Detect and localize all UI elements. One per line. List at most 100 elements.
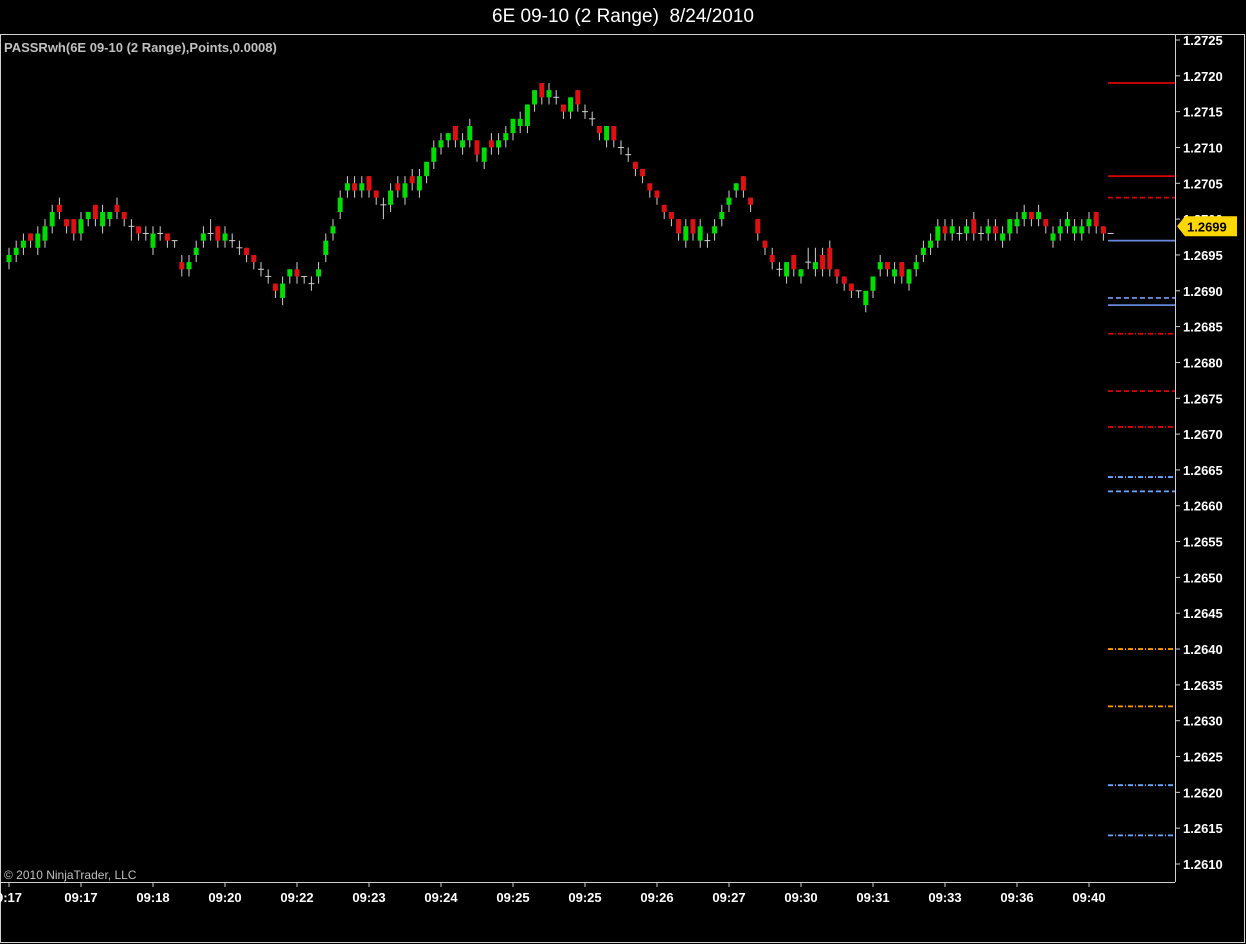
candle-body xyxy=(474,140,480,155)
candle xyxy=(171,240,178,248)
candle-body xyxy=(683,226,689,241)
candle-body xyxy=(330,226,336,234)
candle xyxy=(985,219,991,241)
candle-body xyxy=(510,118,516,134)
candle-body xyxy=(820,254,826,270)
chart-frame xyxy=(0,34,1245,943)
candle-body xyxy=(762,240,768,248)
candle xyxy=(971,211,977,241)
candle xyxy=(100,204,106,234)
candle xyxy=(1093,211,1099,234)
candle xyxy=(193,240,199,263)
candle xyxy=(236,240,243,255)
candle-body xyxy=(431,147,437,162)
candle-body xyxy=(193,247,199,255)
candle xyxy=(142,226,149,241)
candle xyxy=(712,219,718,241)
candle xyxy=(337,190,343,220)
candle-body xyxy=(244,247,250,255)
candle-body xyxy=(1036,211,1042,220)
candle-body xyxy=(611,125,617,141)
candle-body xyxy=(409,176,415,184)
candle xyxy=(265,269,272,284)
y-tick-label: 1.2675 xyxy=(1183,391,1223,406)
candle-body xyxy=(848,283,854,291)
candle xyxy=(431,140,437,169)
candle xyxy=(575,90,581,112)
candle xyxy=(1079,219,1085,241)
candle-body xyxy=(1093,211,1099,227)
candle xyxy=(524,104,530,134)
candle xyxy=(784,262,790,284)
x-axis[interactable]: 9:17 09:17 09:18 09:20 09:22 09:23 09:24 09:25 0… xyxy=(0,882,1106,905)
candle-body xyxy=(913,262,919,270)
x-tick-label: 09:24 xyxy=(424,890,458,905)
candle xyxy=(964,219,970,241)
candle xyxy=(762,240,768,255)
y-tick-label: 1.2615 xyxy=(1183,821,1223,836)
candle-body xyxy=(827,247,833,270)
candle xyxy=(553,90,560,105)
candle xyxy=(467,118,473,148)
candle xyxy=(841,276,847,291)
x-tick-label: 09:31 xyxy=(856,890,889,905)
candle xyxy=(28,233,34,248)
candle xyxy=(740,176,746,198)
candle-body xyxy=(1000,233,1006,241)
candle xyxy=(949,219,955,241)
candle-body xyxy=(870,276,876,291)
candle-body xyxy=(992,226,998,234)
candle xyxy=(395,176,401,198)
candle xyxy=(1028,211,1034,227)
y-tick-label: 1.2685 xyxy=(1183,320,1223,335)
candle xyxy=(942,219,948,241)
candle-body xyxy=(942,226,948,234)
candle xyxy=(380,197,387,220)
candle xyxy=(510,118,516,141)
price-chart[interactable]: 1.2610 1.2615 1.2620 1.2625 1.2630 1.2635 1.26… xyxy=(0,0,1246,944)
x-tick-label: 09:25 xyxy=(568,890,601,905)
candle-body xyxy=(985,226,991,234)
candle xyxy=(877,254,883,277)
candle xyxy=(683,219,689,248)
candle xyxy=(272,283,278,298)
y-tick-label: 1.2680 xyxy=(1183,355,1223,370)
candle xyxy=(539,82,545,105)
candle-body xyxy=(20,240,26,248)
y-axis[interactable]: 1.2610 1.2615 1.2620 1.2625 1.2630 1.2635 1.26… xyxy=(1175,33,1223,872)
candle-body xyxy=(416,176,422,191)
candle xyxy=(64,219,70,234)
candle-body xyxy=(1021,211,1027,220)
candle-body xyxy=(661,204,667,212)
candle-body xyxy=(200,233,206,241)
candle xyxy=(1007,219,1013,241)
candle-body xyxy=(323,240,329,255)
candle xyxy=(1057,219,1063,241)
candle-body xyxy=(1007,219,1013,234)
candle xyxy=(128,219,135,241)
candle-body xyxy=(460,140,466,148)
y-tick-label: 1.2670 xyxy=(1183,427,1223,442)
candle xyxy=(49,204,55,234)
candle xyxy=(834,269,840,284)
candle-body xyxy=(899,262,905,277)
x-tick-label: 09:22 xyxy=(280,890,313,905)
candle-body xyxy=(1057,226,1063,234)
candle-body xyxy=(740,176,746,191)
candle-body xyxy=(337,197,343,212)
candle xyxy=(445,133,451,148)
candle-body xyxy=(481,147,487,162)
last-price-marker: 1.2699 xyxy=(1177,216,1237,237)
candle-body xyxy=(604,125,610,141)
candle xyxy=(258,262,264,277)
candle-body xyxy=(452,125,458,141)
candle-body xyxy=(6,254,12,263)
candle xyxy=(229,233,236,248)
y-tick-label: 1.2645 xyxy=(1183,606,1223,621)
candle-body xyxy=(1064,219,1070,227)
candle xyxy=(568,97,574,119)
candle-body xyxy=(100,211,106,227)
candle xyxy=(352,176,358,198)
candle-body xyxy=(78,219,84,234)
candle-body xyxy=(532,90,538,105)
